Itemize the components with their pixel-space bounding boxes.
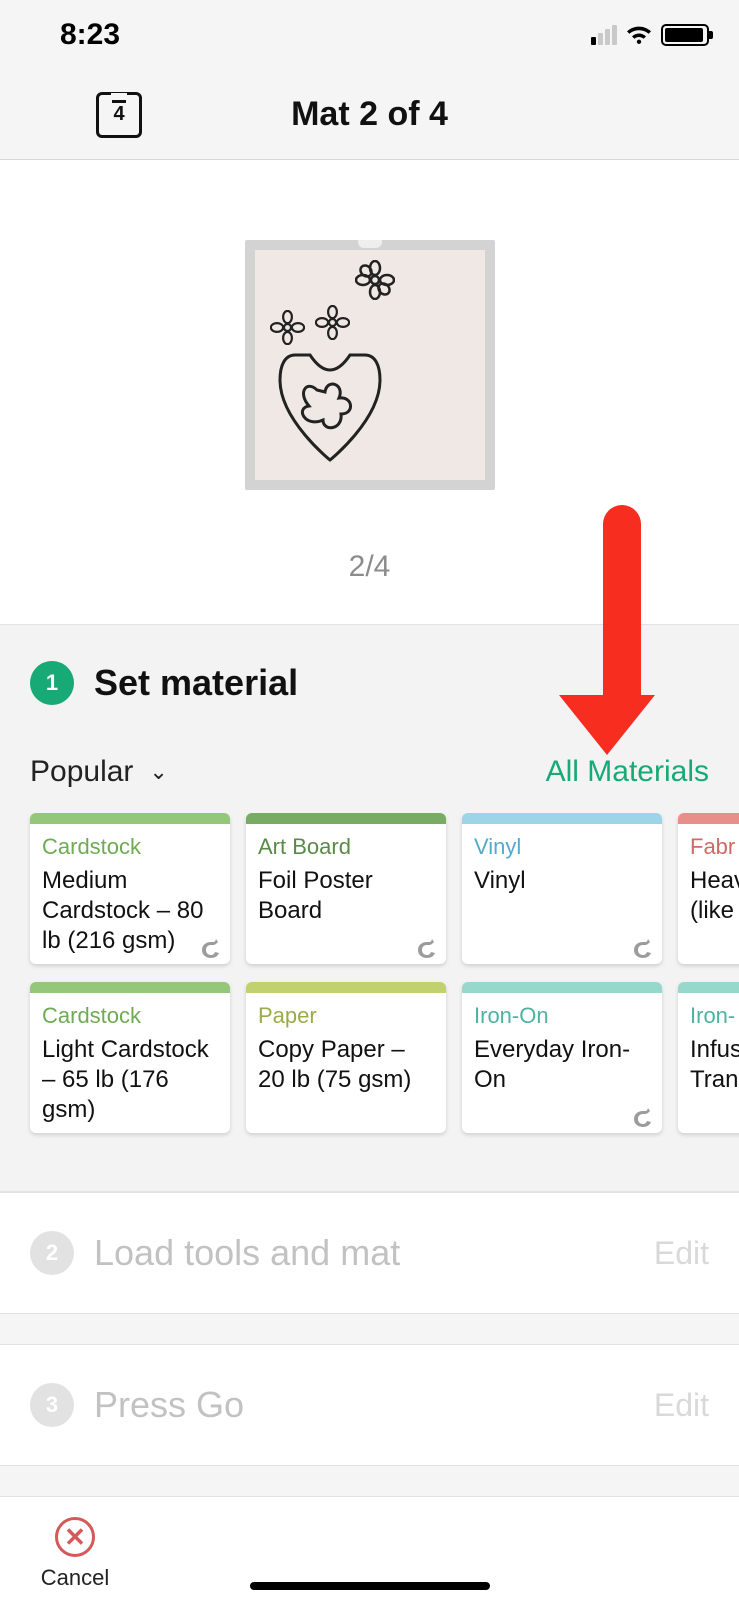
material-category: Art Board (258, 834, 434, 860)
step-3-number: 3 (30, 1383, 74, 1427)
page-title: Mat 2 of 4 (291, 95, 448, 134)
material-category: Fabr (690, 834, 739, 860)
material-name: Heav (like (690, 866, 739, 926)
chevron-down-icon: ⌄ (149, 759, 167, 785)
step-3-label: Press Go (94, 1384, 244, 1426)
cricut-icon (416, 936, 438, 958)
popular-dropdown[interactable]: Popular ⌄ (30, 755, 168, 789)
material-name: Foil Poster Board (258, 866, 434, 926)
material-card[interactable]: Vinyl Vinyl (462, 813, 662, 964)
material-name: Everyday Iron-On (474, 1035, 650, 1095)
material-name: Medium Cardstock – 80 lb (216 gsm) (42, 866, 218, 956)
step-1-number: 1 (30, 661, 74, 705)
status-bar: 8:23 (0, 0, 739, 70)
wifi-icon (625, 24, 653, 46)
material-category: Paper (258, 1003, 434, 1029)
app-header: 4 Mat 2 of 4 (0, 70, 739, 160)
material-category: Iron-On (474, 1003, 650, 1029)
material-category: Cardstock (42, 834, 218, 860)
step-1-header: 1 Set material (30, 661, 709, 705)
material-row-2: Cardstock Light Cardstock – 65 lb (176 g… (30, 982, 739, 1133)
step-3-block: 3 Press Go Edit (0, 1344, 739, 1466)
cancel-button[interactable]: ✕ Cancel (40, 1517, 110, 1591)
material-name: Copy Paper – 20 lb (75 gsm) (258, 1035, 434, 1095)
step-2-block: 2 Load tools and mat Edit (0, 1192, 739, 1314)
mat-artwork (255, 250, 485, 480)
popular-label: Popular (30, 755, 133, 789)
step-2-number: 2 (30, 1231, 74, 1275)
cancel-label: Cancel (41, 1565, 109, 1591)
material-name: Vinyl (474, 866, 650, 896)
mat-preview[interactable] (245, 240, 495, 490)
material-row-1: Cardstock Medium Cardstock – 80 lb (216 … (30, 813, 739, 964)
section-set-material: 1 Set material Popular ⌄ All Materials C… (0, 624, 739, 1192)
mat-count-number: 4 (113, 103, 124, 126)
step-1-title: Set material (94, 662, 298, 704)
material-name: Infus Tran (690, 1035, 739, 1095)
material-card[interactable]: Fabr Heav (like (678, 813, 739, 964)
material-card[interactable]: Paper Copy Paper – 20 lb (75 gsm) (246, 982, 446, 1133)
material-card[interactable]: Iron- Infus Tran (678, 982, 739, 1133)
step-2-edit-button[interactable]: Edit (654, 1235, 709, 1272)
battery-icon (661, 24, 709, 46)
home-indicator (250, 1582, 490, 1590)
all-materials-link[interactable]: All Materials (546, 755, 709, 789)
cell-signal-icon (591, 25, 617, 45)
status-right (591, 24, 709, 46)
cricut-icon (632, 1105, 654, 1127)
material-category: Cardstock (42, 1003, 218, 1029)
status-time: 8:23 (60, 18, 120, 52)
mat-preview-area: 2/4 (0, 160, 739, 624)
cricut-icon (200, 936, 222, 958)
close-icon: ✕ (55, 1517, 95, 1557)
material-card[interactable]: Cardstock Light Cardstock – 65 lb (176 g… (30, 982, 230, 1133)
mat-index: 2/4 (0, 550, 739, 584)
material-cards-scroll[interactable]: Cardstock Medium Cardstock – 80 lb (216 … (0, 813, 739, 1191)
material-category: Vinyl (474, 834, 650, 860)
material-card[interactable]: Iron-On Everyday Iron-On (462, 982, 662, 1133)
step-3-edit-button[interactable]: Edit (654, 1387, 709, 1424)
material-category: Iron- (690, 1003, 739, 1029)
mat-count-icon[interactable]: 4 (96, 92, 142, 138)
material-card[interactable]: Cardstock Medium Cardstock – 80 lb (216 … (30, 813, 230, 964)
cricut-icon (632, 936, 654, 958)
material-name: Light Cardstock – 65 lb (176 gsm) (42, 1035, 218, 1125)
material-card[interactable]: Art Board Foil Poster Board (246, 813, 446, 964)
step-2-label: Load tools and mat (94, 1232, 400, 1274)
